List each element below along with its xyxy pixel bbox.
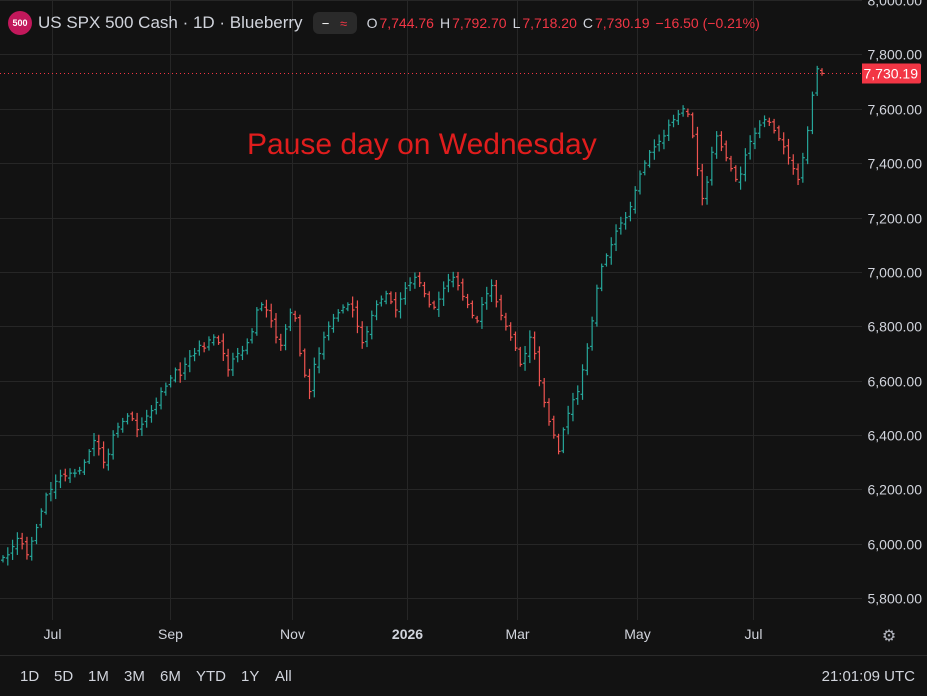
open-label: O [366, 15, 378, 31]
timeframe-1m[interactable]: 1M [88, 668, 109, 685]
chart-background [0, 0, 862, 620]
chart-area[interactable] [0, 0, 862, 620]
price-tick-label: 8,000.00 [868, 0, 923, 9]
timeframe-6m[interactable]: 6M [160, 668, 181, 685]
timeframe-bar: 1D 5D 1M 3M 6M YTD 1Y All 21:01:09 UTC [0, 655, 927, 696]
chart-annotation[interactable]: Pause day on Wednesday [247, 128, 597, 162]
time-tick-label: Mar [505, 626, 529, 642]
symbol-badge: 500 [8, 11, 32, 35]
price-tick-label: 7,200.00 [868, 211, 923, 227]
high-value: 7,792.70 [452, 15, 507, 31]
time-tick-label: Sep [158, 626, 183, 642]
price-chart[interactable] [0, 0, 862, 620]
price-tick-label: 6,400.00 [868, 428, 923, 444]
time-axis[interactable]: Jul Sep Nov 2026 Mar May Jul [0, 620, 862, 650]
ohlc-values: O 7,744.76 H 7,792.70 L 7,718.20 C 7,730… [367, 15, 764, 31]
last-price-label: 7,730.19 [864, 66, 919, 82]
time-tick-label: Jul [44, 626, 62, 642]
close-value: 7,730.19 [595, 15, 650, 31]
price-tick-label: 6,600.00 [868, 374, 923, 390]
price-axis-scale: 5,800.00 6,000.00 6,200.00 6,400.00 6,600.00… [849, 0, 923, 607]
timeframe-5d[interactable]: 5D [54, 668, 73, 685]
symbol-legend: 500 US SPX 500 Cash · 1D · Blueberry − ≈… [8, 10, 764, 36]
price-tick-label: 5,800.00 [868, 591, 923, 607]
price-tick-label: 7,400.00 [868, 156, 923, 172]
price-tick-label: 7,000.00 [868, 265, 923, 281]
timeframe-1d[interactable]: 1D [20, 668, 39, 685]
price-axis[interactable]: 5,800.00 6,000.00 6,200.00 6,400.00 6,600.00… [849, 0, 927, 620]
time-tick-label: May [624, 626, 650, 642]
time-tick-label: 2026 [392, 626, 423, 642]
hide-indicator-button[interactable]: − [317, 16, 335, 31]
price-tick-label: 6,200.00 [868, 482, 923, 498]
price-tick-label: 6,000.00 [868, 537, 923, 553]
price-tick-label: 7,800.00 [868, 47, 923, 63]
open-value: 7,744.76 [379, 15, 434, 31]
price-tick-label: 7,600.00 [868, 102, 923, 118]
symbol-title[interactable]: US SPX 500 Cash · 1D · Blueberry [38, 13, 303, 33]
timeframe-1y[interactable]: 1Y [241, 668, 259, 685]
compare-button[interactable]: ≈ [335, 16, 353, 31]
price-tick-label: 6,800.00 [868, 319, 923, 335]
timeframe-all[interactable]: All [275, 668, 292, 685]
time-tick-label: Nov [280, 626, 305, 642]
time-axis-scale: Jul Sep Nov 2026 Mar May Jul [44, 626, 763, 642]
axis-settings-gear-icon[interactable]: ⚙ [879, 626, 899, 646]
timeframe-3m[interactable]: 3M [124, 668, 145, 685]
low-value: 7,718.20 [522, 15, 577, 31]
timeframe-ytd[interactable]: YTD [196, 668, 226, 685]
time-tick-label: Jul [745, 626, 763, 642]
change-value: −16.50 (−0.21%) [655, 15, 760, 31]
high-label: H [439, 15, 451, 31]
low-label: L [512, 15, 521, 31]
utc-clock[interactable]: 21:01:09 UTC [822, 668, 915, 685]
legend-controls[interactable]: − ≈ [312, 12, 357, 34]
close-label: C [582, 15, 593, 31]
